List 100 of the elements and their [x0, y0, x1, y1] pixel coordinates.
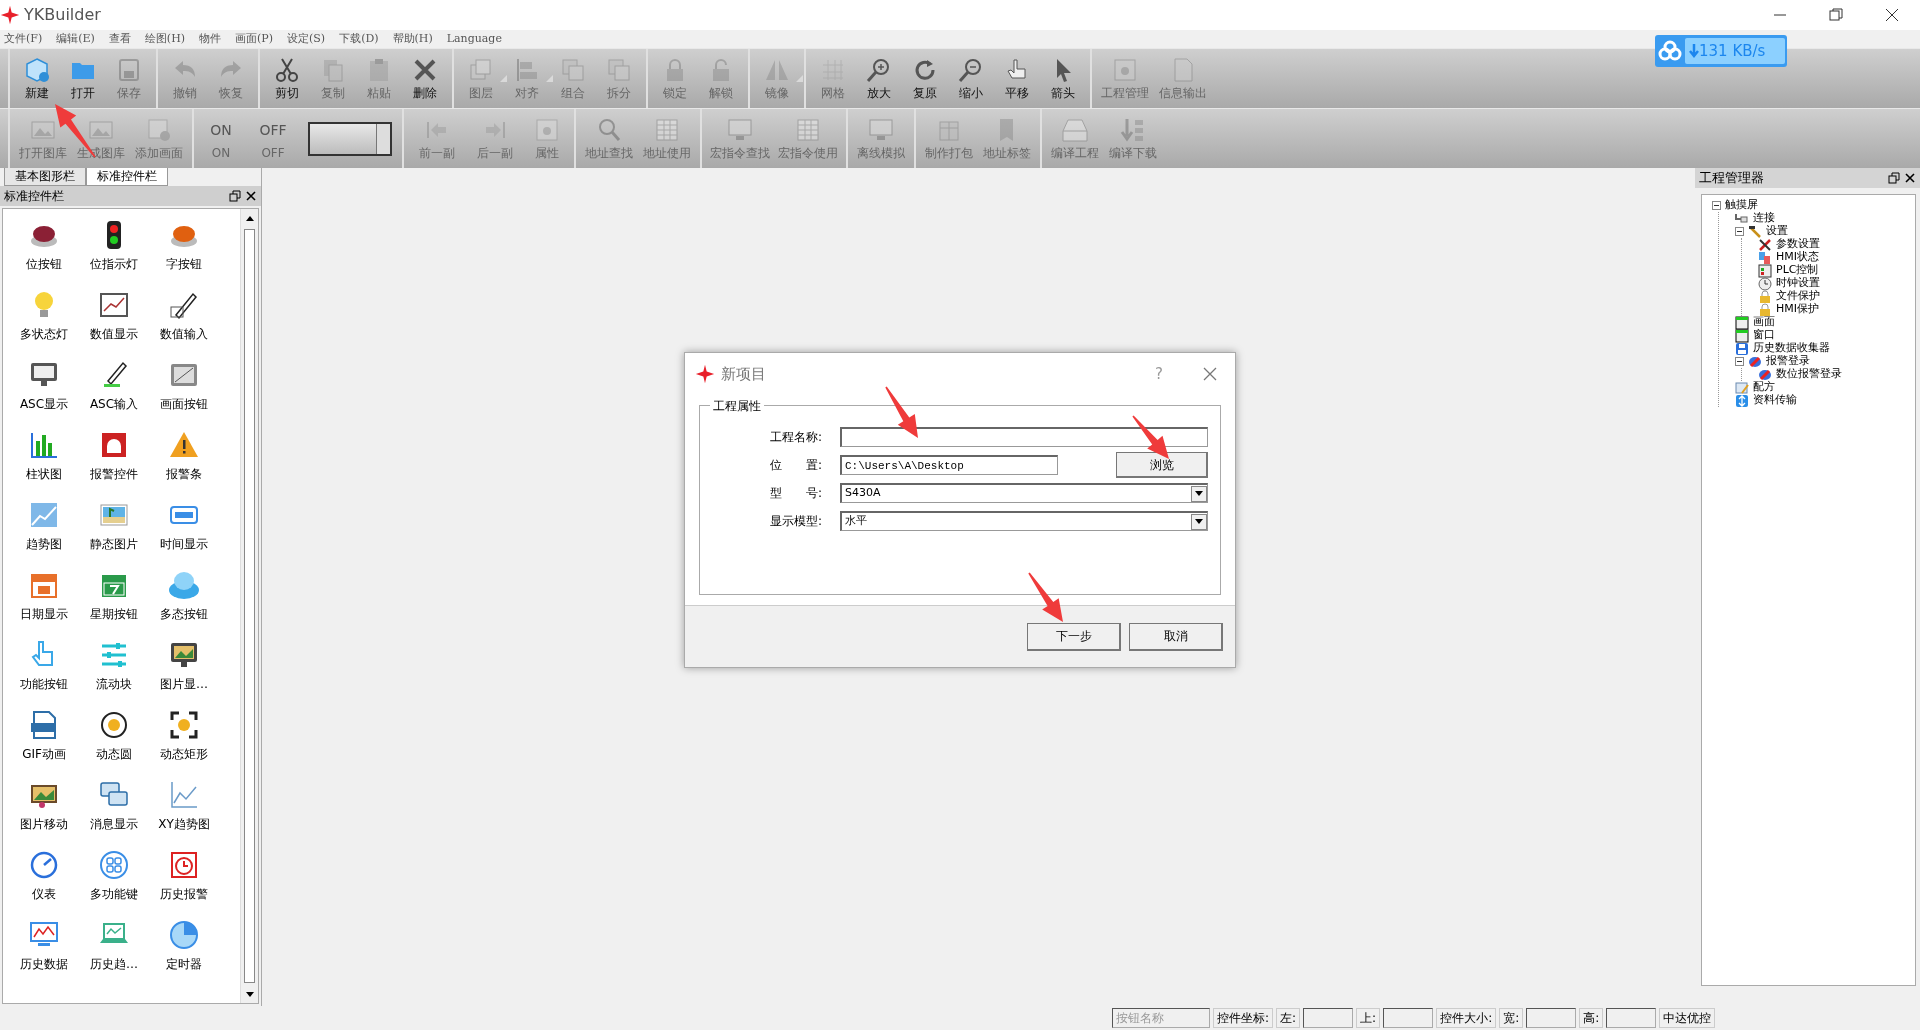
dropdown-arrow-icon — [1195, 490, 1203, 497]
palette-item[interactable]: 数值显示 — [79, 289, 149, 359]
menu-item[interactable]: 绘图(H) — [144, 30, 186, 48]
tree-toggle-icon[interactable] — [1735, 357, 1744, 366]
close-icon[interactable] — [1904, 172, 1916, 184]
toolbar-button[interactable]: 平移 — [994, 49, 1040, 108]
palette-item[interactable]: 柱状图 — [9, 429, 79, 499]
palette-item[interactable]: 历史报警 — [149, 849, 219, 919]
toolbar-button[interactable]: OFF OFF — [244, 109, 302, 168]
tree-toggle-icon[interactable] — [1712, 201, 1721, 210]
palette-item[interactable]: 位按钮 — [9, 219, 79, 289]
palette-item[interactable]: ASC输入 — [79, 359, 149, 429]
palette-item[interactable]: 仪表 — [9, 849, 79, 919]
tree-item[interactable]: HMI保护 — [1776, 301, 1819, 318]
palette-item[interactable]: 动态圆 — [79, 709, 149, 779]
palette-item[interactable]: 日期显示 — [9, 569, 79, 639]
dialog-title: 新项目 — [721, 363, 766, 385]
menu-item[interactable]: Language — [446, 30, 502, 48]
palette-item[interactable]: ASC显示 — [9, 359, 79, 429]
palette-item[interactable]: 报警条 — [149, 429, 219, 499]
input-field[interactable] — [1606, 1008, 1657, 1028]
cube-icon — [23, 55, 51, 84]
dropdown-field[interactable]: 水平 — [840, 511, 1208, 531]
combo-box[interactable] — [308, 121, 392, 156]
close-icon[interactable] — [1884, 7, 1900, 23]
focus-frame-icon — [168, 709, 200, 741]
padlock-icon — [1758, 289, 1772, 304]
close-icon[interactable] — [245, 190, 257, 202]
toolbar-button[interactable]: ON ON — [198, 109, 244, 168]
caret-icon — [796, 75, 804, 83]
input-field[interactable] — [840, 427, 1208, 447]
palette-item[interactable]: 字按钮 — [149, 219, 219, 289]
palette-item[interactable]: 画面按钮 — [149, 359, 219, 429]
menu-item[interactable]: 文件(F) — [4, 30, 43, 48]
palette-item[interactable]: 消息显示 — [79, 779, 149, 849]
input-field[interactable]: 按钮名称 — [1112, 1008, 1210, 1028]
palette-item[interactable]: 流动块 — [79, 639, 149, 709]
menu-item[interactable]: 下载(D) — [339, 30, 379, 48]
panel-tab[interactable]: 标准控件栏 — [86, 168, 168, 186]
palette-item[interactable]: GIF动画 — [9, 709, 79, 779]
status-label: 控件坐标: — [1213, 1008, 1274, 1028]
float-icon[interactable] — [1888, 172, 1900, 184]
input-field[interactable] — [1383, 1008, 1434, 1028]
dropdown-field[interactable]: S430A — [840, 483, 1208, 503]
toolbar-button[interactable]: 删除 — [402, 49, 448, 108]
palette-item[interactable]: 历史数据 — [9, 919, 79, 989]
float-icon[interactable] — [229, 190, 241, 202]
menu-item[interactable]: 设定(S) — [287, 30, 326, 48]
menu-item[interactable]: 画面(P) — [235, 30, 273, 48]
status-label: 高: — [1579, 1008, 1604, 1028]
toolbar-button[interactable]: 放大 — [856, 49, 902, 108]
palette-item[interactable]: 数值输入 — [149, 289, 219, 359]
palette-item[interactable]: 动态矩形 — [149, 709, 219, 779]
input-field[interactable]: C:\Users\A\Desktop — [840, 455, 1058, 475]
tree-item[interactable]: 资料传输 — [1753, 392, 1797, 409]
palette-item[interactable]: 图片移动 — [9, 779, 79, 849]
palette-item[interactable]: 历史趋… — [79, 919, 149, 989]
palette-item[interactable]: 多态按钮 — [149, 569, 219, 639]
toolbar-button[interactable]: 箭头 — [1040, 49, 1086, 108]
palette-item[interactable]: 时间显示 — [149, 499, 219, 569]
hammer-icon — [1748, 224, 1762, 239]
toolbar-button[interactable]: 复原 — [902, 49, 948, 108]
dialog-button[interactable]: 下一步 — [1027, 622, 1121, 651]
field-label: 位 置: — [770, 457, 824, 474]
palette-item[interactable]: 多状态灯 — [9, 289, 79, 359]
plug-icon — [1735, 211, 1749, 226]
toolbar-button[interactable]: 打开 — [60, 49, 106, 108]
input-field[interactable] — [1303, 1008, 1354, 1028]
tree-item[interactable]: 数位报警登录 — [1776, 366, 1842, 383]
annotation-arrow — [1132, 415, 1169, 459]
palette-item[interactable]: 趋势图 — [9, 499, 79, 569]
menu-item[interactable]: 帮助(H) — [392, 30, 433, 48]
palette-item[interactable]: 定时器 — [149, 919, 219, 989]
tree-toggle-icon[interactable] — [1735, 227, 1744, 236]
palette-item[interactable]: 功能按钮 — [9, 639, 79, 709]
palette-item[interactable]: 图片显… — [149, 639, 219, 709]
palette-item[interactable]: 多功能键 — [79, 849, 149, 919]
panel-tab[interactable]: 基本图形栏 — [4, 168, 86, 186]
browse-button[interactable]: 浏览 — [1116, 452, 1208, 478]
menu-item[interactable]: 编辑(E) — [56, 30, 95, 48]
speed-text: 131 KB/s — [1699, 40, 1766, 62]
toolbar-button[interactable]: 剪切 — [264, 49, 310, 108]
scroll-up-icon — [245, 215, 254, 221]
panel-title: 标准控件栏 — [4, 188, 65, 205]
palette-item[interactable]: 静态图片 — [79, 499, 149, 569]
palette-item[interactable]: 位指示灯 — [79, 219, 149, 289]
toolbar-button[interactable]: 缩小 — [948, 49, 994, 108]
toolbar-button[interactable]: 新建 — [14, 49, 60, 108]
palette-item[interactable]: XY趋势图 — [149, 779, 219, 849]
dialog-button[interactable]: 取消 — [1129, 622, 1223, 651]
input-field[interactable] — [1526, 1008, 1577, 1028]
palette-item[interactable]: 报警控件 — [79, 429, 149, 499]
alarm-clock-icon — [168, 849, 200, 881]
restore-icon[interactable] — [1828, 7, 1844, 23]
window-icon — [1735, 315, 1749, 330]
menu-item[interactable]: 物件 — [199, 30, 222, 48]
toggle-label: OFF — [259, 120, 287, 139]
menu-item[interactable]: 查看 — [108, 30, 131, 48]
palette-item[interactable]: 星期按钮 — [79, 569, 149, 639]
scrollbar[interactable] — [240, 209, 258, 1003]
